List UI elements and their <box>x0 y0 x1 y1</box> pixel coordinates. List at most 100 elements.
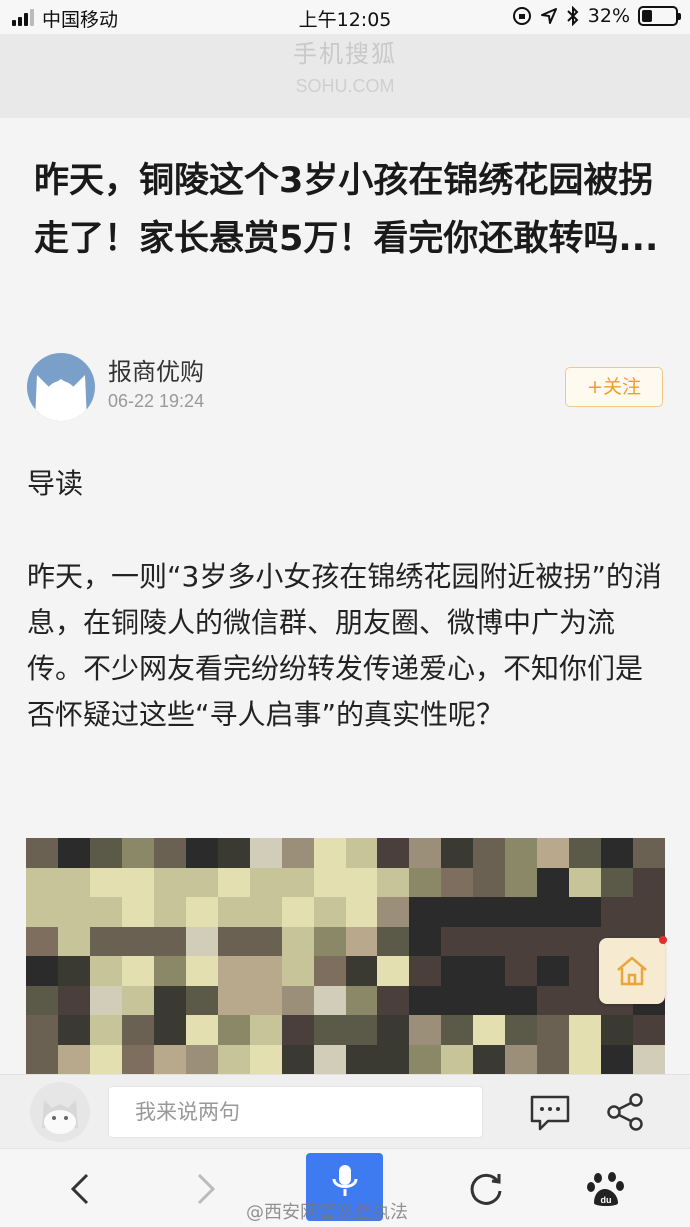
image-mosaic-tile <box>313 867 346 898</box>
image-mosaic-tile <box>537 838 570 868</box>
image-mosaic-tile <box>569 956 602 986</box>
image-mosaic-tile <box>441 897 474 927</box>
share-button[interactable] <box>604 1091 648 1135</box>
comment-button[interactable] <box>528 1091 572 1135</box>
image-mosaic-tile <box>441 867 474 898</box>
image-mosaic-tile <box>633 838 665 868</box>
image-mosaic-tile <box>537 1044 570 1074</box>
baidu-paw-icon: du <box>587 1172 624 1206</box>
image-mosaic-tile <box>153 985 186 1016</box>
image-mosaic-tile <box>185 838 218 868</box>
image-mosaic-tile <box>345 926 378 957</box>
image-mosaic-tile <box>313 838 346 868</box>
user-avatar[interactable] <box>30 1082 90 1142</box>
image-mosaic-tile <box>121 985 154 1016</box>
image-mosaic-tile <box>505 897 538 927</box>
image-mosaic-tile <box>377 985 410 1016</box>
image-mosaic-tile <box>505 926 538 957</box>
bluetooth-icon <box>567 6 579 26</box>
image-mosaic-tile <box>441 956 474 986</box>
baidu-button[interactable]: du <box>576 1161 636 1217</box>
image-mosaic-tile <box>633 867 665 898</box>
image-mosaic-tile <box>409 926 442 957</box>
image-mosaic-tile <box>249 956 282 986</box>
image-mosaic-tile <box>121 1044 154 1074</box>
image-mosaic-tile <box>505 1015 538 1045</box>
image-mosaic-tile <box>281 1015 314 1045</box>
image-mosaic-tile <box>57 1015 90 1045</box>
image-mosaic-tile <box>281 985 314 1016</box>
image-mosaic-tile <box>345 897 378 927</box>
image-mosaic-tile <box>473 985 506 1016</box>
back-button[interactable] <box>50 1161 110 1217</box>
image-mosaic-tile <box>473 897 506 927</box>
image-mosaic-tile <box>441 1044 474 1074</box>
comment-icon <box>530 1095 570 1131</box>
image-mosaic-tile <box>409 838 442 868</box>
site-domain: SOHU.COM <box>295 76 395 96</box>
image-mosaic-tile <box>121 838 154 868</box>
image-mosaic-tile <box>441 1015 474 1045</box>
home-float-button[interactable] <box>599 936 667 1004</box>
image-mosaic-tile <box>313 897 346 927</box>
forward-button[interactable] <box>176 1161 236 1217</box>
refresh-button[interactable] <box>456 1161 516 1217</box>
image-mosaic-tile <box>345 838 378 868</box>
image-mosaic-tile <box>569 926 602 957</box>
image-mosaic-tile <box>57 897 90 927</box>
image-mosaic-tile <box>185 867 218 898</box>
image-mosaic-tile <box>249 1015 282 1045</box>
image-mosaic-tile <box>89 956 122 986</box>
image-mosaic-tile <box>537 897 570 927</box>
image-mosaic-tile <box>313 956 346 986</box>
article-title: 昨天，铜陵这个3岁小孩在锦绣花园被拐走了！家长悬赏5万！看完你还敢转吗... <box>34 161 659 259</box>
image-mosaic-tile <box>153 1015 186 1045</box>
image-mosaic-tile <box>409 956 442 986</box>
image-mosaic-tile <box>249 897 282 927</box>
battery-level <box>642 10 653 22</box>
author-name[interactable]: 报商优购 <box>108 352 204 387</box>
image-mosaic-tile <box>153 897 186 927</box>
image-mosaic-tile <box>441 838 474 868</box>
image-mosaic-tile <box>57 838 90 868</box>
image-mosaic-tile <box>473 867 506 898</box>
image-mosaic-tile <box>26 897 58 927</box>
article-paragraph: 昨天，一则“3岁多小女孩在锦绣花园附近被拐”的消息，在铜陵人的微信群、朋友圈、微… <box>27 560 662 731</box>
site-header: 手机搜狐 SOHU.COM <box>0 34 690 118</box>
author-avatar[interactable] <box>27 353 95 421</box>
image-mosaic-tile <box>409 985 442 1016</box>
image-mosaic-tile <box>57 867 90 898</box>
image-mosaic-tile <box>217 1044 250 1074</box>
image-mosaic-tile <box>473 1015 506 1045</box>
image-mosaic-tile <box>313 1015 346 1045</box>
image-mosaic-tile <box>569 838 602 868</box>
image-mosaic-tile <box>569 985 602 1016</box>
chevron-left-icon <box>70 1173 89 1205</box>
image-mosaic-tile <box>313 926 346 957</box>
image-mosaic-tile <box>601 838 634 868</box>
image-mosaic-tile <box>281 838 314 868</box>
image-mosaic-tile <box>153 867 186 898</box>
follow-button[interactable]: +关注 <box>565 367 663 407</box>
battery-icon <box>638 6 681 26</box>
image-mosaic-tile <box>121 926 154 957</box>
image-mosaic-tile <box>377 926 410 957</box>
publish-date: 06-22 19:24 <box>108 391 205 411</box>
image-mosaic-tile <box>89 926 122 957</box>
image-mosaic-tile <box>249 838 282 868</box>
location-icon <box>540 8 557 24</box>
image-mosaic-tile <box>281 956 314 986</box>
image-mosaic-tile <box>89 897 122 927</box>
image-mosaic-tile <box>121 1015 154 1045</box>
watermark: @西安网警巡查执法 <box>246 1202 408 1223</box>
orientation-lock-icon <box>512 7 531 25</box>
image-mosaic-tile <box>473 926 506 957</box>
comment-input[interactable]: 我来说两句 <box>108 1086 483 1138</box>
image-mosaic-tile <box>89 1015 122 1045</box>
image-mosaic-tile <box>26 867 58 898</box>
image-mosaic-tile <box>569 1015 602 1045</box>
image-mosaic-tile <box>249 985 282 1016</box>
image-mosaic-tile <box>473 838 506 868</box>
image-mosaic-tile <box>26 838 58 868</box>
image-mosaic-tile <box>217 956 250 986</box>
